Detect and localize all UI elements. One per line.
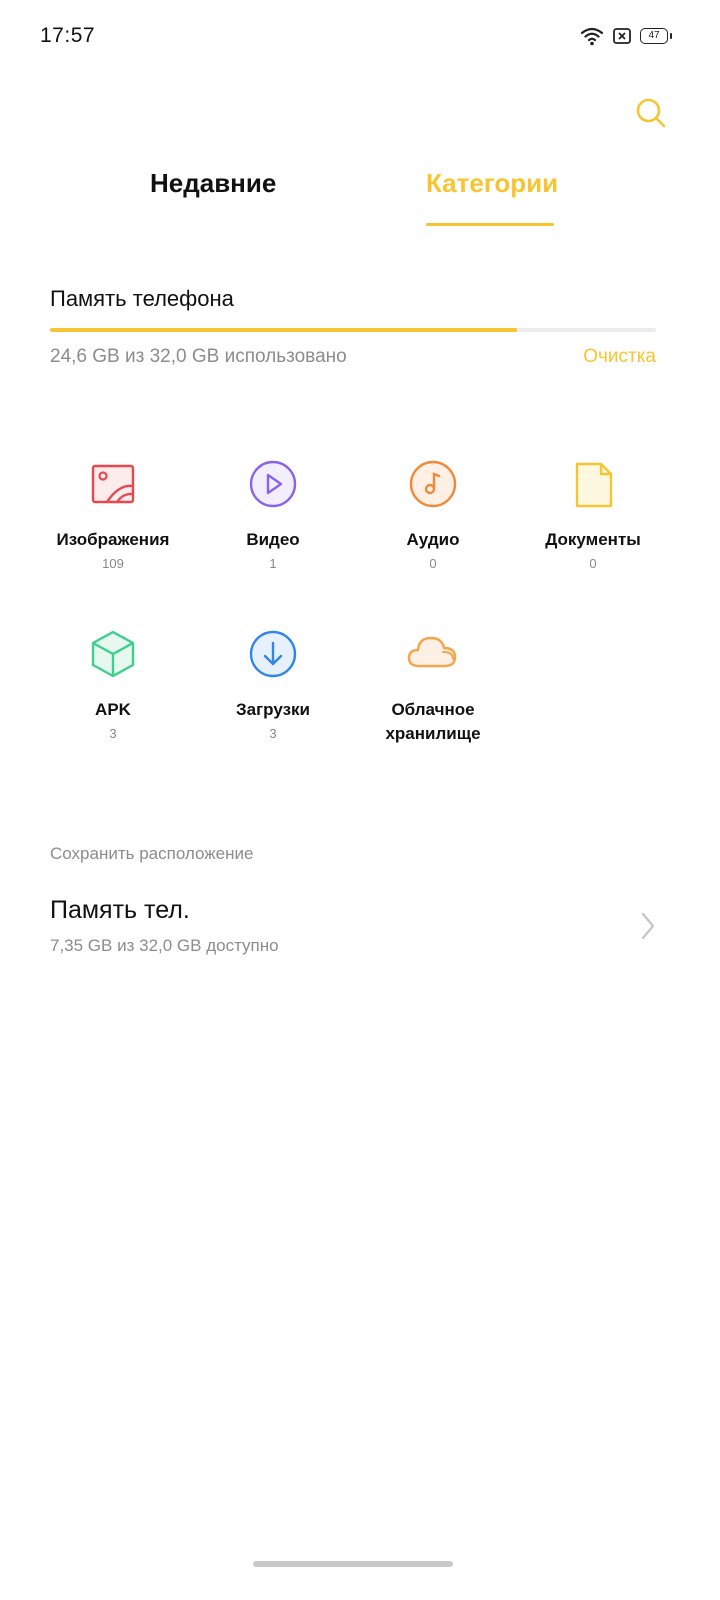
download-icon (249, 630, 297, 678)
category-documents[interactable]: Документы 0 (513, 456, 673, 571)
category-label: Загрузки (236, 700, 310, 719)
category-cloud[interactable]: Облачное хранилище (353, 626, 513, 746)
image-icon (91, 464, 135, 504)
category-audio[interactable]: Аудио 0 (353, 456, 513, 571)
category-label: Документы (545, 530, 641, 549)
status-time: 17:57 (40, 24, 96, 47)
document-icon (575, 462, 613, 508)
category-label: Облачное хранилище (385, 700, 481, 743)
cloud-icon (407, 636, 457, 668)
storage-progress-bar (50, 328, 656, 332)
tab-bar: Недавние Категории (0, 168, 720, 232)
category-label: Аудио (406, 530, 460, 549)
search-icon[interactable] (634, 96, 668, 130)
battery-icon: 47 (640, 28, 672, 44)
category-count: 1 (269, 556, 277, 571)
sim-icon (613, 28, 631, 44)
tab-categories[interactable]: Категории (426, 168, 558, 199)
status-icons: 47 (580, 24, 672, 48)
location-subtitle: 7,35 GB из 32,0 GB доступно (50, 936, 279, 955)
category-count: 3 (109, 726, 117, 741)
wifi-icon (580, 27, 604, 46)
storage-usage-text: 24,6 GB из 32,0 GB использовано (50, 346, 347, 367)
category-count: 0 (589, 556, 597, 571)
audio-icon (409, 460, 457, 508)
apk-icon (91, 630, 135, 678)
storage-title: Память телефона (50, 286, 234, 311)
chevron-right-icon (641, 912, 655, 940)
video-icon (249, 460, 297, 508)
category-label: Изображения (56, 530, 170, 549)
category-apk[interactable]: APK 3 (33, 626, 193, 741)
category-count: 3 (269, 726, 277, 741)
category-images[interactable]: Изображения 109 (33, 456, 193, 571)
status-bar: 17:57 47 (0, 0, 720, 72)
storage-progress-fill (50, 328, 517, 332)
save-location-section-label: Сохранить расположение (50, 844, 254, 863)
category-video[interactable]: Видео 1 (193, 456, 353, 571)
category-count: 109 (102, 556, 124, 571)
location-title: Память тел. (50, 896, 190, 924)
category-count: 0 (429, 556, 437, 571)
navigation-handle[interactable] (253, 1561, 453, 1567)
cleanup-button[interactable]: Очистка (583, 346, 656, 368)
category-label: APK (95, 700, 131, 719)
tab-recent[interactable]: Недавние (150, 168, 276, 199)
category-downloads[interactable]: Загрузки 3 (193, 626, 353, 741)
storage-location-item[interactable]: Память тел. 7,35 GB из 32,0 GB доступно (0, 884, 720, 976)
active-tab-indicator (426, 223, 554, 226)
category-label: Видео (246, 530, 300, 549)
